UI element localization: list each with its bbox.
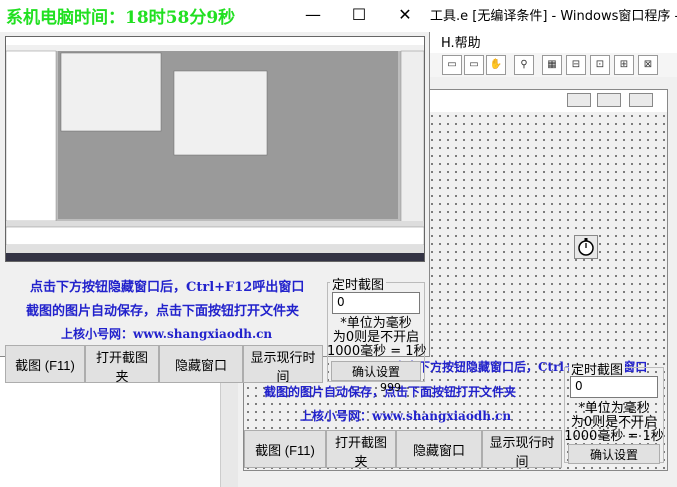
ide-title: 工具.e [无编译条件] - Windows窗口程序 - [窗 xyxy=(430,9,677,24)
design-hide-window-button[interactable]: 隐藏窗口 xyxy=(396,430,482,468)
design-note-line2: 为0则是不开启 xyxy=(570,415,658,430)
design-maximize-icon xyxy=(597,93,621,107)
maximize-icon[interactable]: ☐ xyxy=(336,0,382,32)
design-timer-input[interactable]: 0 xyxy=(570,376,658,398)
stopwatch-icon[interactable] xyxy=(574,235,598,259)
label-website: 上核小号网：www.shangxiaodh.cn xyxy=(61,327,273,341)
menu-help[interactable]: H.帮助 xyxy=(441,32,481,51)
design-close-icon xyxy=(629,93,653,107)
ide-toolbar: ▭ ▭ ✋ ⚲ ▦ ⊟ ⊡ ⊞ ⊠ xyxy=(430,53,677,78)
screenshot-preview xyxy=(5,36,425,262)
design-confirm-button[interactable]: 确认设置 xyxy=(568,444,660,464)
toolbar-button[interactable]: ▭ xyxy=(464,55,484,75)
design-label-website: 上核小号网：www.shangxiaodh.cn xyxy=(300,409,512,423)
design-stray-number: 999 xyxy=(380,381,401,394)
design-open-folder-button[interactable]: 打开截图夹 xyxy=(326,430,396,469)
label-hotkey: 点击下方按钮隐藏窗口后，Ctrl+F12呼出窗口 xyxy=(30,280,305,295)
toolbar-button[interactable]: ▦ xyxy=(542,55,562,75)
note-line1: *单位为毫秒 xyxy=(340,316,412,331)
design-note-line3: 1000毫秒 = 1秒 xyxy=(564,429,664,444)
toolbar-button[interactable]: ⊡ xyxy=(590,55,610,75)
binoculars-icon[interactable]: ⚲ xyxy=(514,55,534,75)
show-time-button[interactable]: 显示现行时间 xyxy=(243,345,323,384)
window-titlebar: 系机电脑时间：18时58分9秒 — ☐ ✕ xyxy=(0,0,430,32)
close-icon[interactable]: ✕ xyxy=(382,0,428,32)
label-autosave: 截图的图片自动保存，点击下面按钮打开文件夹 xyxy=(26,304,300,319)
note-line2: 为0则是不开启 xyxy=(332,330,420,345)
toolbar-button[interactable]: ⊠ xyxy=(638,55,658,75)
toolbar-button[interactable]: ▭ xyxy=(442,55,462,75)
minimize-icon[interactable]: — xyxy=(290,0,336,32)
timer-input[interactable]: 0 xyxy=(332,292,420,314)
confirm-button[interactable]: 确认设置 xyxy=(331,361,421,381)
design-minimize-icon xyxy=(567,93,591,107)
timer-group-label: 定时截图 xyxy=(330,274,387,293)
clock-text: 系机电脑时间：18时58分9秒 xyxy=(6,8,236,28)
toolbar-button[interactable]: ⊞ xyxy=(614,55,634,75)
design-note-line1: *单位为毫秒 xyxy=(578,401,650,416)
design-show-time-button[interactable]: 显示现行时间 xyxy=(482,430,562,469)
open-folder-button[interactable]: 打开截图夹 xyxy=(85,345,159,384)
design-screenshot-button[interactable]: 截图 (F11) xyxy=(244,430,326,468)
note-line3: 1000毫秒 = 1秒 xyxy=(327,344,427,359)
toolbar-button[interactable]: ⊟ xyxy=(566,55,586,75)
screenshot-button[interactable]: 截图 (F11) xyxy=(5,345,85,383)
screenshot-tool-window: 系机电脑时间：18时58分9秒 — ☐ ✕ 点击下方按钮隐藏窗口后，Ctrl+F… xyxy=(0,0,430,384)
hand-icon[interactable]: ✋ xyxy=(486,55,506,75)
hide-window-button[interactable]: 隐藏窗口 xyxy=(159,345,243,383)
